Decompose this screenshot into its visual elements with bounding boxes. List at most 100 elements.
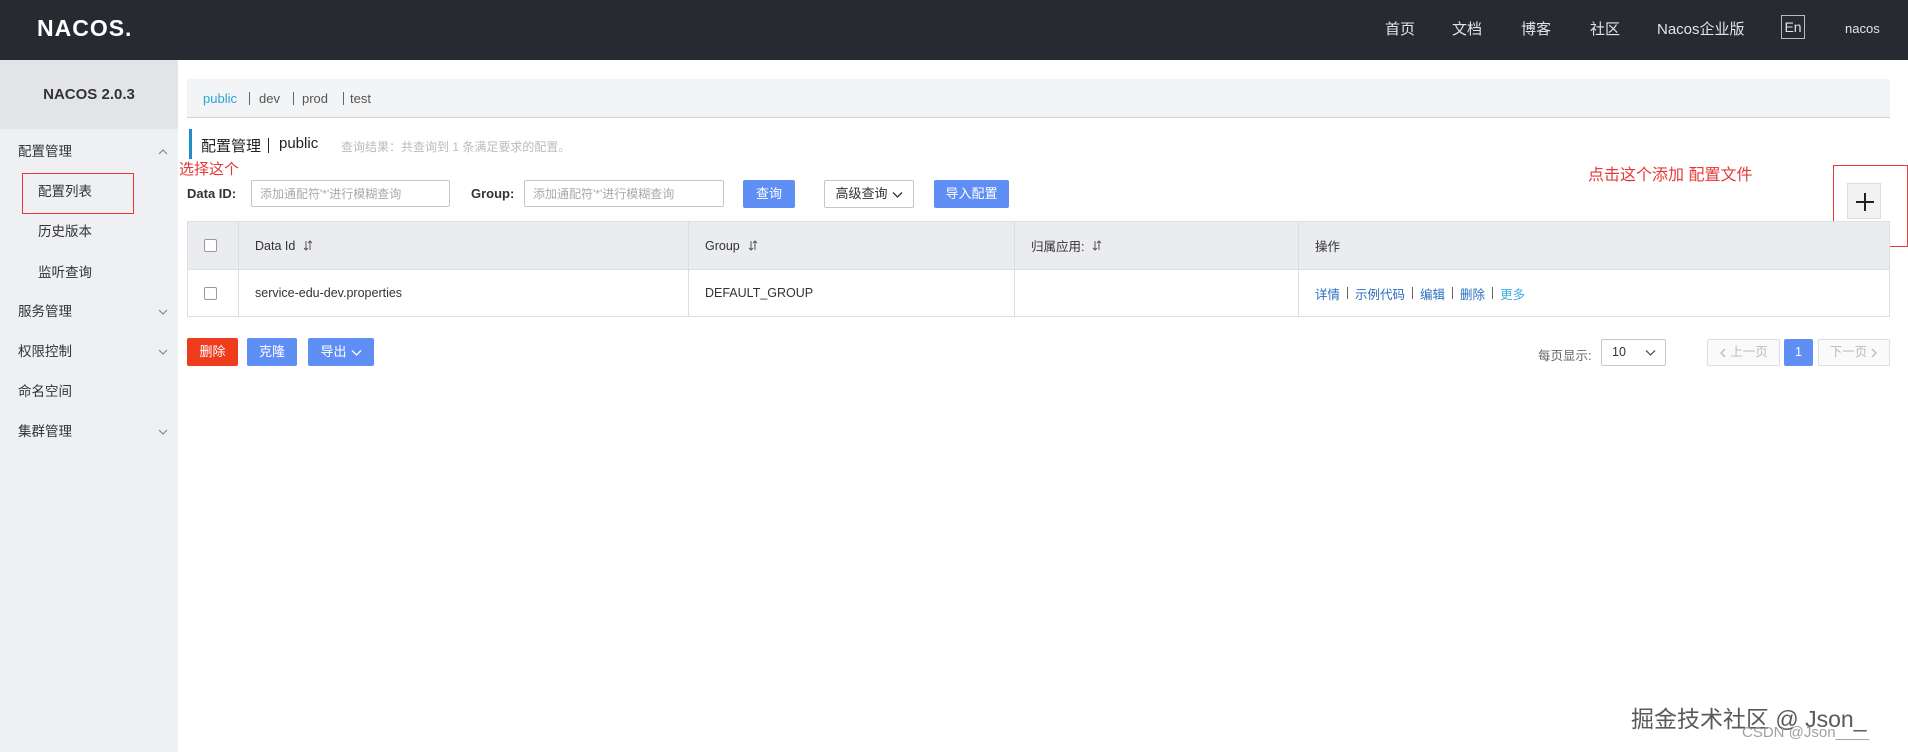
column-header-data-id[interactable]: Data Id: [239, 222, 689, 269]
title-accent-bar: [189, 129, 192, 159]
import-config-button[interactable]: 导入配置: [934, 180, 1009, 208]
sidebar-item-label: 监听查询: [38, 265, 92, 280]
advanced-query-dropdown[interactable]: 高级查询: [824, 180, 914, 208]
current-namespace: public: [279, 135, 319, 152]
add-config-button[interactable]: [1847, 183, 1881, 219]
user-menu[interactable]: nacos: [1845, 21, 1880, 36]
action-delete-link[interactable]: 删除: [1460, 284, 1485, 303]
namespace-divider: [293, 92, 294, 105]
namespace-divider: [249, 92, 250, 105]
sidebar-item-label: 集群管理: [18, 424, 72, 439]
row-checkbox[interactable]: [204, 286, 217, 300]
cell-actions: 详情 示例代码 编辑 删除 更多: [1299, 270, 1889, 316]
sort-icon[interactable]: [303, 240, 313, 251]
chevron-down-icon: [158, 429, 168, 435]
sidebar-group-config[interactable]: 配置管理: [0, 132, 178, 172]
bulk-clone-button[interactable]: 克隆: [247, 338, 297, 366]
action-detail-link[interactable]: 详情: [1315, 284, 1340, 303]
sidebar-group-cluster[interactable]: 集群管理: [0, 412, 178, 452]
config-table: Data Id Group 归属应用: 操作 service-edu-dev.p…: [187, 221, 1890, 317]
header-checkbox-cell: [188, 222, 239, 269]
sidebar-group-service[interactable]: 服务管理: [0, 292, 178, 332]
sidebar-item-label: 配置管理: [18, 144, 72, 159]
chevron-down-icon: [351, 349, 361, 356]
group-input[interactable]: [524, 180, 724, 207]
chevron-down-icon: [158, 349, 168, 355]
chevron-down-icon: [1645, 350, 1656, 356]
nacos-logo[interactable]: NACOS.: [37, 15, 132, 42]
action-divider: [1347, 287, 1349, 299]
namespace-bar: public dev prod test: [187, 79, 1890, 118]
chevron-right-icon: [1871, 348, 1878, 358]
namespace-tab-test[interactable]: test: [350, 91, 371, 106]
page-title: 配置管理: [201, 138, 262, 155]
sidebar-item-label: 命名空间: [18, 384, 72, 399]
cell-app: [1015, 270, 1299, 316]
prev-page-label: 上一页: [1730, 345, 1768, 359]
select-all-checkbox[interactable]: [204, 239, 217, 252]
sidebar: NACOS 2.0.3 配置管理 配置列表 历史版本 监听查询 服务管理 权限控…: [0, 60, 178, 752]
row-checkbox-cell: [188, 270, 239, 316]
page-size-value: 10: [1612, 345, 1626, 359]
action-more-link[interactable]: 更多: [1500, 284, 1525, 303]
sidebar-item-label: 服务管理: [18, 304, 72, 319]
page-size-label: 每页显示:: [1538, 349, 1592, 363]
cell-group: DEFAULT_GROUP: [689, 270, 1015, 316]
cell-data-id: service-edu-dev.properties: [239, 270, 689, 316]
nav-blog[interactable]: 博客: [1521, 18, 1551, 39]
action-edit-link[interactable]: 编辑: [1420, 284, 1445, 303]
sidebar-item-label: 权限控制: [18, 344, 72, 359]
data-id-label: Data ID:: [187, 186, 237, 201]
column-label: Data Id: [255, 238, 296, 253]
column-header-app[interactable]: 归属应用:: [1015, 222, 1299, 269]
bulk-delete-button[interactable]: 删除: [187, 338, 238, 366]
column-label: 归属应用:: [1031, 240, 1085, 254]
page-1-button[interactable]: 1: [1784, 339, 1813, 366]
nav-enterprise[interactable]: Nacos企业版: [1657, 18, 1745, 39]
chevron-left-icon: [1720, 348, 1726, 358]
namespace-tab-prod[interactable]: prod: [302, 91, 328, 106]
annotation-box-config-list: [22, 173, 134, 214]
nav-docs[interactable]: 文档: [1452, 18, 1482, 39]
column-label: Group: [705, 238, 740, 253]
sort-icon[interactable]: [1092, 240, 1102, 251]
sidebar-item-label: 历史版本: [38, 224, 92, 239]
column-header-actions: 操作: [1299, 222, 1889, 269]
annotation-select-hint: 选择这个: [179, 161, 240, 178]
sidebar-item-namespace[interactable]: 命名空间: [0, 372, 178, 412]
language-toggle[interactable]: En: [1781, 15, 1805, 39]
chevron-up-icon: [158, 149, 168, 155]
table-header-row: Data Id Group 归属应用: 操作: [188, 222, 1889, 270]
column-header-group[interactable]: Group: [689, 222, 1015, 269]
column-label: 操作: [1315, 240, 1341, 254]
plus-icon: [1856, 193, 1874, 211]
prev-page-button[interactable]: 上一页: [1707, 339, 1780, 366]
annotation-add-hint: 点击这个添加 配置文件: [1588, 167, 1753, 184]
sidebar-item-history[interactable]: 历史版本: [0, 212, 178, 252]
sidebar-item-listener-query[interactable]: 监听查询: [0, 253, 178, 293]
sidebar-group-auth[interactable]: 权限控制: [0, 332, 178, 372]
nav-home[interactable]: 首页: [1385, 18, 1415, 39]
next-page-button[interactable]: 下一页: [1818, 339, 1890, 366]
next-page-label: 下一页: [1829, 345, 1868, 359]
csdn-watermark: CSDN @Json____: [1742, 724, 1869, 741]
advanced-query-label: 高级查询: [835, 186, 888, 201]
sort-icon[interactable]: [748, 240, 758, 251]
data-id-input[interactable]: [251, 180, 450, 207]
nav-community[interactable]: 社区: [1590, 18, 1620, 39]
query-result-text: 查询结果：共查询到 1 条满足要求的配置。: [341, 140, 571, 154]
action-divider: [1412, 287, 1414, 299]
title-divider: [268, 138, 269, 153]
group-label: Group:: [471, 186, 515, 201]
namespace-divider: [343, 92, 344, 105]
page-size-select[interactable]: 10: [1601, 339, 1666, 366]
chevron-down-icon: [158, 309, 168, 315]
table-row: service-edu-dev.properties DEFAULT_GROUP…: [188, 270, 1889, 316]
namespace-tab-public[interactable]: public: [203, 91, 237, 106]
export-dropdown[interactable]: 导出: [308, 338, 374, 366]
namespace-tab-dev[interactable]: dev: [259, 91, 280, 106]
chevron-down-icon: [892, 191, 902, 198]
action-sample-code-link[interactable]: 示例代码: [1355, 284, 1405, 303]
query-button[interactable]: 查询: [743, 180, 795, 208]
top-header: NACOS. 首页 文档 博客 社区 Nacos企业版 En nacos: [0, 0, 1908, 60]
